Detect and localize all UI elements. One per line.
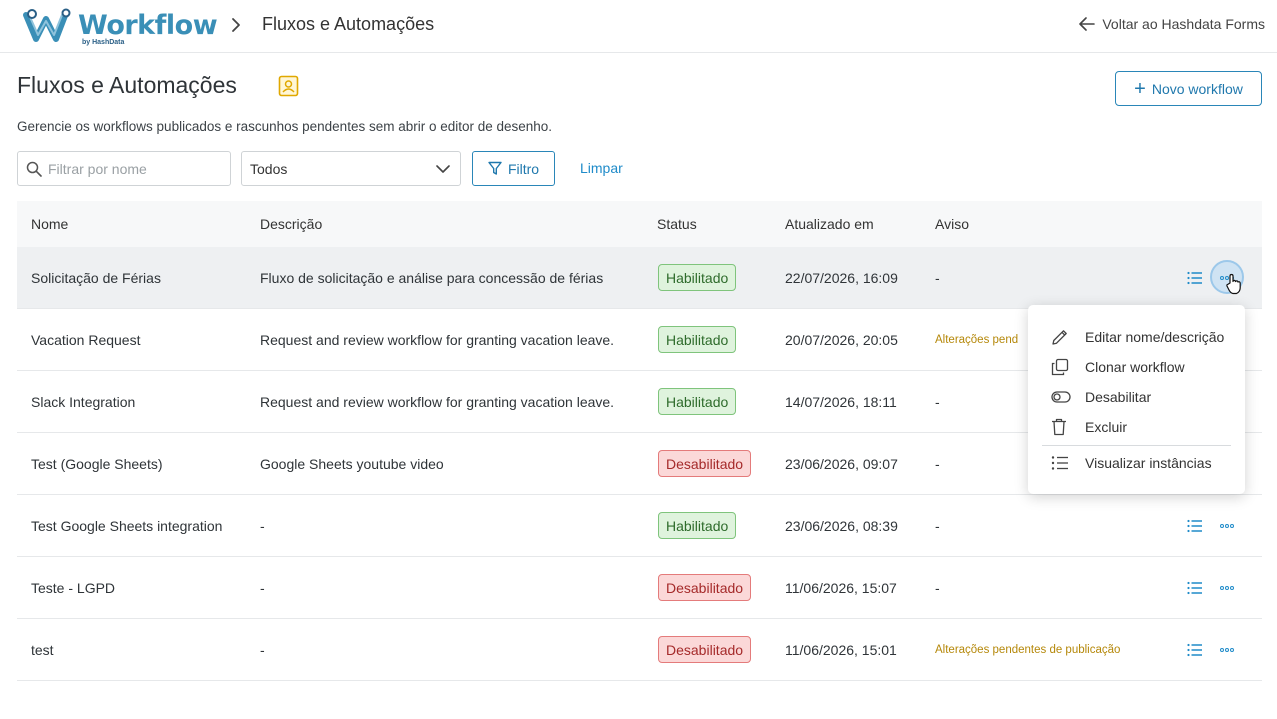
workflow-name[interactable]: Test (Google Sheets) [31,456,163,472]
table-row[interactable]: test - Desabilitado 11/06/2026, 15:01 Altera… [17,619,1262,681]
status-badge: Habilitado [658,388,737,415]
menu-item-edit[interactable]: Editar nome/descrição [1028,322,1245,352]
updated-at: 14/07/2026, 18:11 [785,394,897,410]
menu-divider [1042,445,1231,446]
menu-item-disable[interactable]: Desabilitar [1028,382,1245,412]
workflow-name[interactable]: Slack Integration [31,394,135,410]
chevron-down-icon [436,165,450,173]
notice-text: - [935,456,940,472]
table-header: Nome Descrição Status Atualizado em Avis… [17,201,1262,247]
menu-edit-label: Editar nome/descrição [1085,329,1225,345]
breadcrumb-current: Fluxos e Automações [262,14,435,34]
toggle-icon [1051,391,1071,403]
workflow-name[interactable]: Test Google Sheets integration [31,518,222,534]
status-badge: Habilitado [658,264,737,291]
search-field[interactable] [17,151,231,186]
pencil-icon [1052,330,1067,345]
status-badge: Desabilitado [658,636,752,663]
list-icon[interactable] [1187,642,1203,658]
menu-item-clone[interactable]: Clonar workflow [1028,352,1245,382]
search-input[interactable] [48,160,218,177]
updated-at: 20/07/2026, 20:05 [785,332,898,348]
more-horizontal-icon[interactable] [1219,518,1235,534]
funnel-icon [488,161,502,175]
notice-text: Alterações pend [935,334,1019,346]
workflow-description: - [260,642,265,658]
notice-text: - [935,580,940,596]
arrow-left-icon [1079,17,1096,31]
updated-at: 11/06/2026, 15:01 [785,642,897,658]
page-title: Fluxos e Automações [17,72,237,98]
menu-instances-label: Visualizar instâncias [1085,455,1212,471]
table-row[interactable]: Test Google Sheets integration - Habilitad… [17,495,1262,557]
mouse-cursor-hand-icon [1226,273,1241,295]
menu-item-delete[interactable]: Excluir [1028,412,1245,442]
status-badge: Habilitado [658,512,737,539]
clear-filters-link[interactable]: Limpar [580,160,623,176]
more-horizontal-icon[interactable] [1219,580,1235,596]
notice-text: - [935,270,940,286]
workflow-logo[interactable]: Workflow by HashData [22,5,218,47]
status-select[interactable]: Todos [241,151,461,186]
workflow-name[interactable]: Solicitação de Férias [31,270,161,286]
status-select-value: Todos [250,160,288,177]
header-name[interactable]: Nome [31,216,68,232]
back-link-label: Voltar ao Hashdata Forms [1102,16,1265,32]
workflow-description: - [260,580,265,596]
workflow-name[interactable]: Teste - LGPD [31,580,115,596]
header-notice[interactable]: Aviso [935,216,969,232]
page-subtitle: Gerencie os workflows publicados e rascu… [17,119,553,134]
status-badge: Desabilitado [658,574,752,601]
list-icon[interactable] [1187,518,1203,534]
list-icon[interactable] [1187,270,1203,286]
workflow-actions-menu: Editar nome/descrição Clonar workflow De… [1028,305,1245,494]
menu-delete-label: Excluir [1085,419,1128,435]
workflow-name[interactable]: Vacation Request [31,332,140,348]
header-status[interactable]: Status [657,216,697,232]
trash-icon [1052,418,1066,436]
more-horizontal-icon[interactable] [1219,642,1235,658]
updated-at: 23/06/2026, 08:39 [785,518,898,534]
back-to-forms-link[interactable]: Voltar ao Hashdata Forms [1079,16,1265,32]
brand-name: Workflow [78,10,218,41]
filter-button[interactable]: Filtro [472,151,555,186]
workflow-description: Request and review workflow for granting… [260,332,615,348]
table-row[interactable]: Solicitação de Férias Fluxo de solicitaçã… [17,247,1262,309]
header-description[interactable]: Descrição [260,216,322,232]
menu-item-view-instances[interactable]: Visualizar instâncias [1028,448,1245,478]
workflow-description: Google Sheets youtube video [260,456,444,472]
menu-clone-label: Clonar workflow [1085,359,1185,375]
notice-text: - [935,518,940,534]
workflow-logo-icon [23,8,71,42]
status-badge: Habilitado [658,326,737,353]
list-icon[interactable] [1187,580,1203,596]
filter-button-label: Filtro [507,160,540,177]
workflow-description: Fluxo de solicitação e análise para conc… [260,270,604,286]
top-bar: Workflow by HashData Fluxos e Automações… [0,0,1277,53]
menu-disable-label: Desabilitar [1085,389,1152,405]
book-icon[interactable] [278,75,299,97]
workflow-name[interactable]: test [31,642,54,658]
workflow-description: - [260,518,265,534]
updated-at: 11/06/2026, 15:07 [785,580,897,596]
new-workflow-label: Novo workflow [1151,80,1243,97]
search-icon [26,161,42,177]
updated-at: 23/06/2026, 09:07 [785,456,898,472]
header-updated[interactable]: Atualizado em [785,216,874,232]
chevron-right-icon [232,18,240,32]
list-icon [1051,456,1068,470]
status-badge: Desabilitado [658,450,752,477]
brand-byline: by HashData [82,39,125,46]
notice-text: Alterações pendentes de publicação [935,644,1121,656]
copy-icon [1051,358,1069,376]
new-workflow-button[interactable]: + Novo workflow [1115,71,1262,106]
notice-text: - [935,394,940,410]
table-row[interactable]: Teste - LGPD - Desabilitado 11/06/2026, 15:… [17,557,1262,619]
workflow-description: Request and review workflow for granting… [260,394,615,410]
updated-at: 22/07/2026, 16:09 [785,270,898,286]
plus-icon: + [1134,77,1146,100]
